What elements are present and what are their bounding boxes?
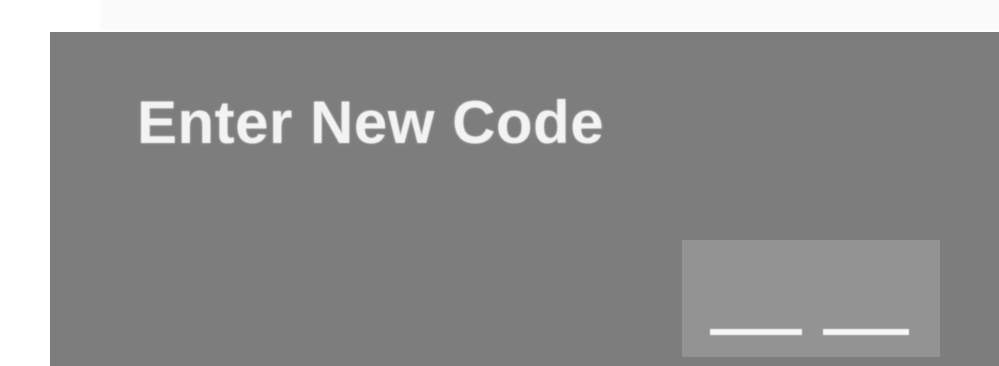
code-input-box[interactable]: [682, 240, 940, 357]
code-digit-slot-1[interactable]: [710, 329, 802, 335]
dialog-title: Enter New Code: [137, 89, 605, 156]
screen: Enter New Code: [0, 0, 999, 366]
top-strip: [100, 0, 999, 30]
code-digit-slot-2[interactable]: [823, 329, 909, 335]
enter-code-dialog: Enter New Code: [50, 32, 999, 366]
